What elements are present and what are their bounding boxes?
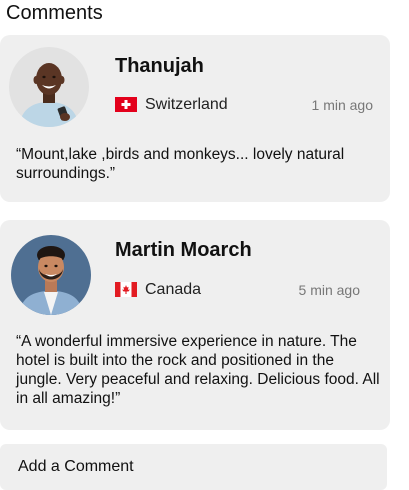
commenter-name: Thanujah bbox=[115, 55, 204, 77]
comment-text: “Mount,lake ,birds and monkeys... lovely… bbox=[16, 146, 345, 182]
canada-flag-icon bbox=[115, 282, 137, 297]
user-photo-icon bbox=[11, 235, 91, 315]
comment-card: Thanujah Switzerland 1 min ago “Mount,la… bbox=[0, 35, 390, 202]
comment-timestamp: 1 min ago bbox=[311, 97, 373, 113]
commenter-name: Martin Moarch bbox=[115, 239, 252, 261]
commenter-country: Switzerland bbox=[145, 96, 228, 113]
comment-text: “A wonderful immersive experience in nat… bbox=[16, 333, 380, 407]
comment-card: Martin Moarch Canada 5 min ago “A wonder… bbox=[0, 220, 390, 430]
switzerland-flag-icon bbox=[115, 97, 137, 112]
comment-timestamp: 5 min ago bbox=[298, 282, 360, 298]
section-title: Comments bbox=[6, 2, 103, 24]
avatar bbox=[9, 47, 89, 127]
user-photo-icon bbox=[9, 47, 89, 127]
add-comment-input[interactable]: Add a Comment bbox=[0, 444, 387, 490]
avatar bbox=[11, 235, 91, 315]
commenter-country: Canada bbox=[145, 281, 202, 298]
